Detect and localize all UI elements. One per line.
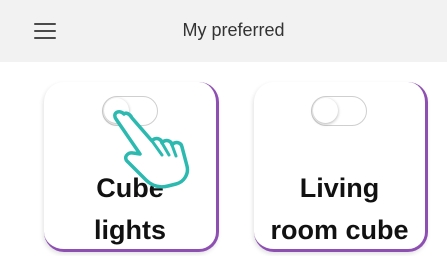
device-card-living-room-cube[interactable]: Living room cube xyxy=(254,82,428,252)
device-label: Cube lights xyxy=(94,173,166,245)
device-card-cube-lights[interactable]: Cube lights xyxy=(44,82,219,252)
power-toggle[interactable] xyxy=(311,96,367,126)
device-label: Living room cube xyxy=(270,173,409,245)
toggle-knob xyxy=(104,98,129,123)
toggle-knob xyxy=(313,98,338,123)
app-bar: My preferred xyxy=(0,0,447,62)
power-toggle[interactable] xyxy=(102,96,158,126)
page-title: My preferred xyxy=(182,20,285,40)
